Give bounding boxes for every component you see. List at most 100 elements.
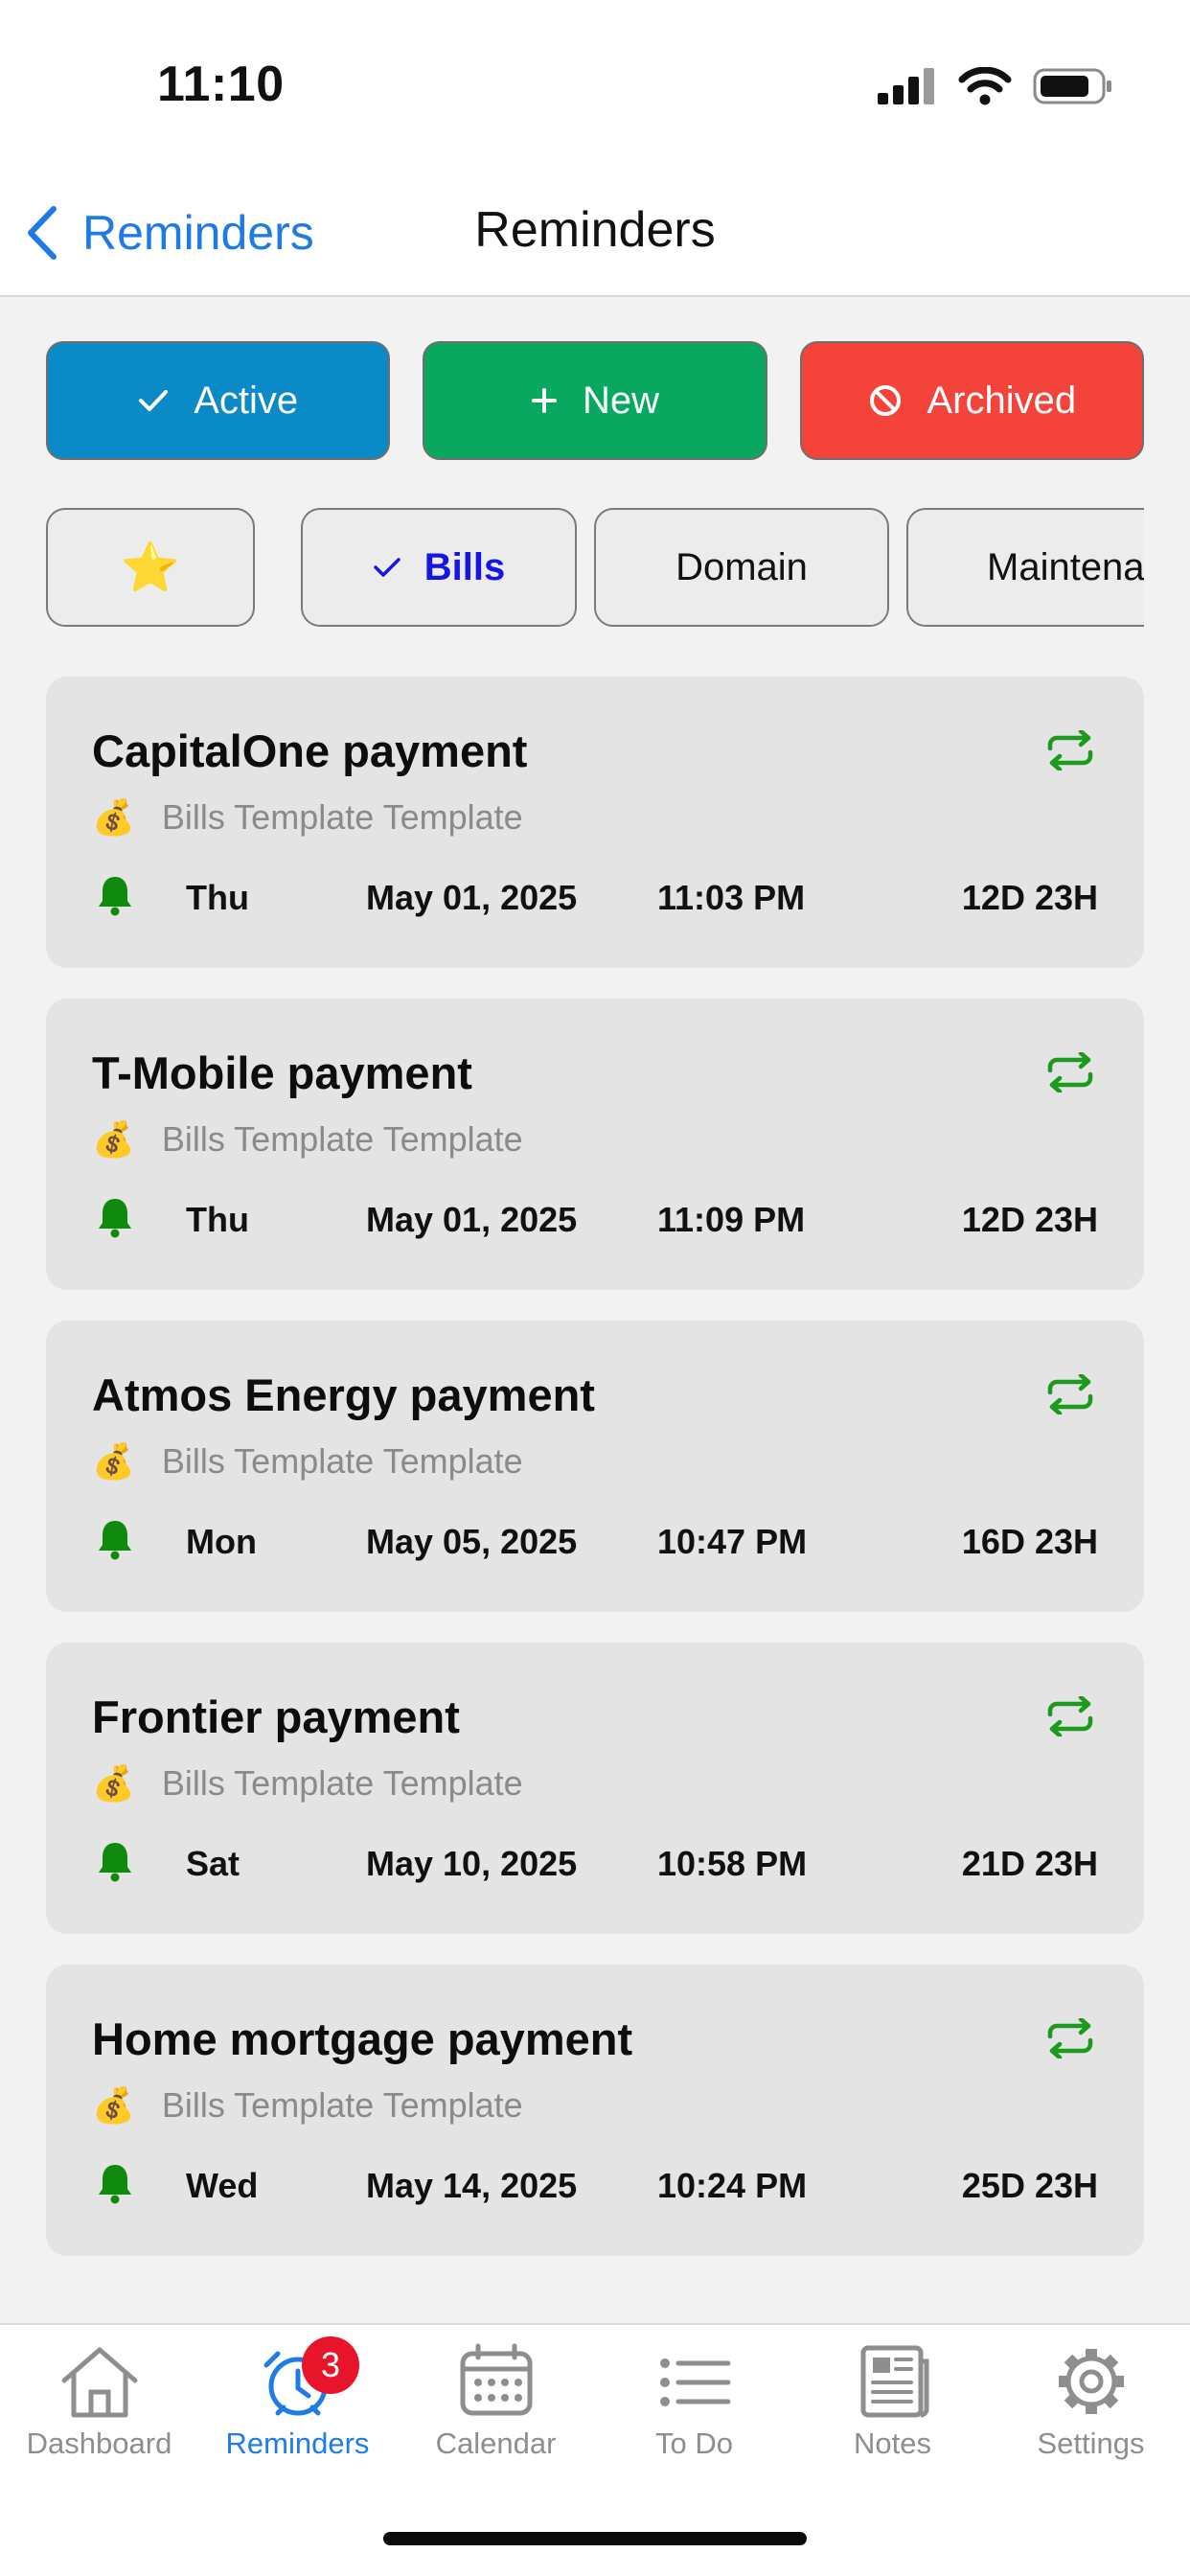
newspaper-icon — [860, 2345, 928, 2418]
reminder-date: May 01, 2025 — [366, 878, 578, 917]
chip-bills-label: Bills — [423, 545, 506, 588]
reminder-remaining: 21D 23H — [961, 1844, 1098, 1883]
reminder-template: 💰 Bills Template Template — [92, 2085, 523, 2126]
reminder-title: Frontier payment — [92, 1691, 460, 1742]
bell-icon — [99, 1843, 131, 1882]
reminder-remaining: 25D 23H — [961, 2166, 1098, 2205]
status-bar: 11:10 — [0, 0, 1190, 172]
active-button[interactable]: Active — [46, 341, 391, 460]
reminder-day: Mon — [186, 1522, 257, 1561]
reminder-schedule: Thu May 01, 2025 11:09 PM 12D 23H — [96, 1196, 1098, 1240]
reminder-schedule: Sat May 10, 2025 10:58 PM 21D 23H — [96, 1840, 1098, 1884]
reminder-title: CapitalOne payment — [92, 725, 528, 776]
chip-bills[interactable]: Bills — [301, 508, 577, 627]
reminder-template-label: Bills Template Template — [161, 1119, 523, 1159]
reminder-card[interactable]: CapitalOne payment 💰 Bills Template Temp… — [46, 677, 1144, 968]
repeat-icon — [1047, 1696, 1093, 1736]
reminder-time: 10:47 PM — [657, 1522, 808, 1561]
reminder-day: Thu — [186, 878, 249, 917]
calendar-icon — [460, 2343, 532, 2416]
action-buttons: Active New Archived — [46, 341, 1144, 460]
money-bag-icon: 💰 — [92, 1441, 135, 1481]
tab-todo-label: To Do — [655, 2426, 733, 2460]
reminder-day: Thu — [186, 1200, 249, 1239]
reminders-badge: 3 — [302, 2336, 359, 2394]
tab-dashboard[interactable]: Dashboard — [0, 2342, 198, 2469]
page-title: Reminders — [474, 202, 716, 258]
reminder-template-label: Bills Template Template — [161, 797, 523, 837]
reminder-title: T-Mobile payment — [92, 1047, 472, 1098]
category-chips: ⭐ Bills Domain Maintenance — [46, 508, 1144, 627]
star-icon: ⭐ — [120, 540, 181, 594]
reminder-schedule: Wed May 14, 2025 10:24 PM 25D 23H — [96, 2162, 1098, 2206]
tab-settings-label: Settings — [1037, 2426, 1145, 2460]
status-time: 11:10 — [157, 57, 285, 112]
reminder-date: May 01, 2025 — [366, 1200, 578, 1239]
cellular-signal-icon — [878, 68, 934, 104]
repeat-icon — [1047, 730, 1093, 770]
reminder-time: 10:58 PM — [657, 1844, 808, 1883]
navigation-bar: Reminders Reminders — [0, 172, 1190, 297]
reminder-template: 💰 Bills Template Template — [92, 1441, 523, 1482]
reminder-time: 11:09 PM — [657, 1200, 806, 1239]
bell-icon — [99, 1521, 131, 1560]
reminder-template-label: Bills Template Template — [161, 2085, 523, 2125]
chip-domain-label: Domain — [675, 545, 808, 588]
reminder-remaining: 16D 23H — [961, 1522, 1098, 1561]
repeat-icon — [1047, 1374, 1093, 1414]
chip-maintenance[interactable]: Maintenance — [906, 508, 1144, 627]
status-icons — [878, 67, 1113, 105]
tab-todo[interactable]: To Do — [595, 2342, 793, 2469]
money-bag-icon: 💰 — [92, 2085, 135, 2125]
tab-notes-label: Notes — [854, 2426, 931, 2460]
home-icon — [61, 2347, 137, 2418]
prohibited-icon — [869, 385, 901, 416]
reminder-card[interactable]: Home mortgage payment 💰 Bills Template T… — [46, 1965, 1144, 2256]
reminder-title: Home mortgage payment — [92, 2013, 633, 2064]
archived-button[interactable]: Archived — [799, 341, 1144, 460]
bell-icon — [99, 2165, 131, 2204]
bell-icon — [99, 1199, 131, 1238]
tab-dashboard-label: Dashboard — [26, 2426, 172, 2460]
money-bag-icon: 💰 — [92, 1763, 135, 1803]
repeat-icon — [1047, 1052, 1093, 1092]
reminders-screen: 11:10 Reminders Reminders Active New Arc… — [0, 0, 1190, 2576]
new-button-label: New — [582, 379, 659, 422]
reminder-day: Wed — [186, 2166, 259, 2205]
reminder-card[interactable]: Frontier payment 💰 Bills Template Templa… — [46, 1643, 1144, 1934]
gear-icon — [1058, 2349, 1124, 2414]
tab-notes[interactable]: Notes — [793, 2342, 992, 2469]
reminder-date: May 05, 2025 — [366, 1522, 578, 1561]
repeat-icon — [1047, 2018, 1093, 2058]
money-bag-icon: 💰 — [92, 1119, 135, 1159]
new-button[interactable]: New — [423, 341, 767, 460]
battery-icon — [1033, 68, 1111, 104]
reminder-template-label: Bills Template Template — [161, 1441, 523, 1481]
chip-favorites[interactable]: ⭐ — [46, 508, 255, 627]
reminder-list: CapitalOne payment 💰 Bills Template Temp… — [46, 677, 1144, 2287]
reminder-card[interactable]: Atmos Energy payment 💰 Bills Template Te… — [46, 1321, 1144, 1612]
plus-icon — [531, 388, 557, 413]
list-icon — [659, 2358, 730, 2406]
reminder-template: 💰 Bills Template Template — [92, 797, 523, 838]
tab-calendar[interactable]: Calendar — [397, 2342, 595, 2469]
chip-maintenance-label: Maintenance — [987, 545, 1144, 588]
tab-reminders-label: Reminders — [225, 2426, 370, 2460]
reminder-date: May 14, 2025 — [366, 2166, 578, 2205]
tab-settings[interactable]: Settings — [992, 2342, 1190, 2469]
reminder-template: 💰 Bills Template Template — [92, 1119, 523, 1160]
tab-bar: Dashboard 3 Reminders Calendar To Do Not… — [0, 2323, 1190, 2576]
reminder-schedule: Thu May 01, 2025 11:03 PM 12D 23H — [96, 874, 1098, 918]
reminder-template-label: Bills Template Template — [161, 1763, 523, 1803]
reminder-template: 💰 Bills Template Template — [92, 1763, 523, 1804]
reminder-remaining: 12D 23H — [961, 1200, 1098, 1239]
reminder-time: 11:03 PM — [657, 878, 806, 917]
chip-domain[interactable]: Domain — [594, 508, 889, 627]
reminder-card[interactable]: T-Mobile payment 💰 Bills Template Templa… — [46, 999, 1144, 1290]
tab-reminders[interactable]: 3 Reminders — [198, 2336, 397, 2469]
reminder-time: 10:24 PM — [657, 2166, 808, 2205]
money-bag-icon: 💰 — [92, 797, 135, 837]
check-icon — [374, 558, 400, 577]
reminder-schedule: Mon May 05, 2025 10:47 PM 16D 23H — [96, 1518, 1098, 1562]
active-button-label: Active — [194, 379, 299, 422]
